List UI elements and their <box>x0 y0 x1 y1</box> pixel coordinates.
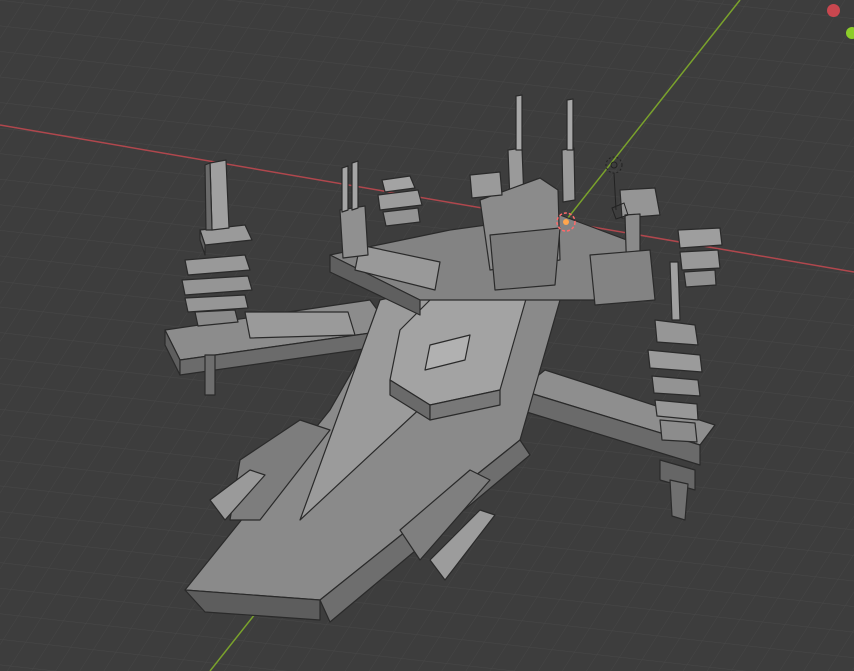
gizmo-x-axis-dot[interactable] <box>827 4 840 17</box>
viewport-canvas[interactable] <box>0 0 854 671</box>
3d-viewport[interactable] <box>0 0 854 671</box>
gizmo-y-axis-dot[interactable] <box>846 27 854 39</box>
